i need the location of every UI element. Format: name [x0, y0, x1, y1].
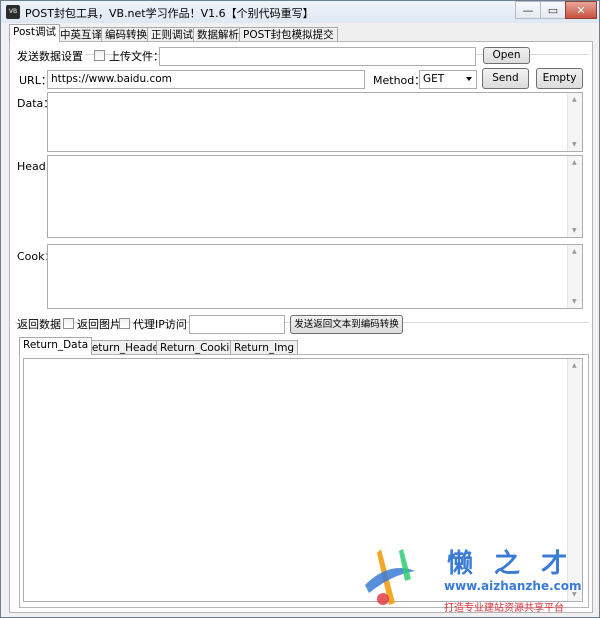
empty-button[interactable]: Empty [536, 68, 583, 89]
tab-translate[interactable]: 中英互译 [56, 27, 106, 42]
tab-return-header[interactable]: Return_Header [81, 340, 168, 355]
title-bar[interactable]: VB POST封包工具，VB.net学习作品！V1.6【个别代码重写】 — ▭ … [1, 1, 599, 23]
return-image-checkbox[interactable] [63, 318, 74, 329]
head-textarea[interactable]: ▲ ▼ [47, 155, 583, 238]
cook-textarea[interactable]: ▲ ▼ [47, 244, 583, 309]
scroll-up-icon[interactable]: ▲ [572, 96, 577, 103]
upload-file-input[interactable] [159, 47, 476, 66]
upload-file-checkbox[interactable] [94, 50, 105, 61]
watermark-slogan: 打造专业建站资源共享平台 [444, 603, 564, 614]
method-value: GET [423, 73, 445, 85]
cook-scrollbar[interactable]: ▲ ▼ [567, 245, 582, 308]
data-scrollbar[interactable]: ▲ ▼ [567, 93, 582, 151]
open-button[interactable]: Open [483, 47, 530, 64]
scroll-up-icon[interactable]: ▲ [572, 159, 577, 166]
tab-encoding[interactable]: 编码转换 [101, 27, 151, 42]
tab-return-img[interactable]: Return_Img [230, 340, 299, 355]
method-label: Method： [373, 74, 426, 87]
send-button[interactable]: Send [482, 68, 529, 89]
scroll-down-icon[interactable]: ▼ [572, 227, 577, 234]
watermark-title: 懒 之 才 [447, 549, 574, 579]
maximize-button[interactable]: ▭ [540, 1, 566, 19]
upload-file-label: 上传文件： [109, 50, 164, 63]
scroll-down-icon[interactable]: ▼ [572, 141, 577, 148]
return-image-label: 返回图片 [77, 318, 121, 331]
window-title: POST封包工具，VB.net学习作品！V1.6【个别代码重写】 [25, 7, 314, 20]
watermark-logo-icon [365, 549, 415, 605]
tab-return-cookie[interactable]: Return_Cookie [156, 340, 240, 355]
proxy-checkbox[interactable] [119, 318, 130, 329]
watermark: 懒 之 才 www.aizhanzhe.com 打造专业建站资源共享平台 [359, 541, 599, 617]
head-scrollbar[interactable]: ▲ ▼ [567, 156, 582, 237]
app-window: VB POST封包工具，VB.net学习作品！V1.6【个别代码重写】 — ▭ … [0, 0, 600, 618]
scroll-up-icon[interactable]: ▲ [572, 248, 577, 255]
send-to-encoding-button[interactable]: 发送返回文本到编码转换 [290, 315, 403, 334]
close-button[interactable]: ✕ [565, 1, 597, 19]
scroll-down-icon[interactable]: ▼ [572, 298, 577, 305]
scroll-up-icon[interactable]: ▲ [572, 362, 577, 369]
data-textarea[interactable]: ▲ ▼ [47, 92, 583, 152]
return-group-title: 返回数据 [17, 316, 64, 332]
method-select[interactable]: GET [419, 70, 477, 89]
watermark-url: www.aizhanzhe.com [444, 579, 582, 593]
tab-post-simulate[interactable]: POST封包模拟提交 [239, 27, 338, 42]
tab-regex[interactable]: 正则调试 [147, 27, 197, 42]
tab-data-parse[interactable]: 数据解析 [193, 27, 243, 42]
minimize-button[interactable]: — [515, 1, 541, 19]
url-input[interactable]: https://www.baidu.com [47, 70, 365, 89]
send-group-title: 发送数据设置 [17, 48, 86, 64]
proxy-input[interactable] [189, 315, 285, 334]
tab-post-debug[interactable]: Post调试 [9, 24, 60, 42]
chevron-down-icon [466, 77, 472, 81]
app-icon: VB [6, 5, 20, 19]
tab-return-data[interactable]: Return_Data [19, 337, 93, 355]
